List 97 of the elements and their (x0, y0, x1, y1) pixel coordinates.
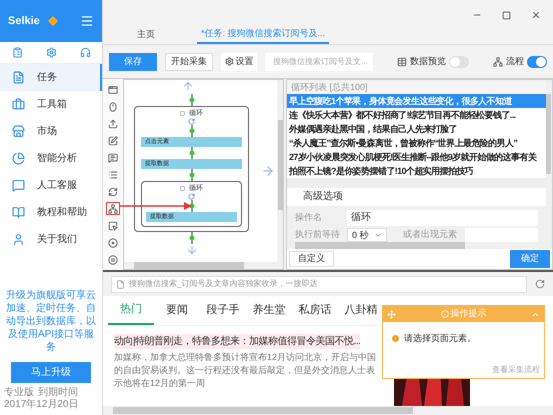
person-icon (12, 233, 25, 246)
toggle-switch[interactable] (449, 56, 469, 68)
nav-item[interactable]: 市场 (0, 118, 102, 145)
upload-icon[interactable] (106, 117, 120, 130)
flow-connector (188, 94, 194, 106)
network-icon[interactable] (106, 202, 120, 215)
edition-label: 专业版 (4, 387, 34, 399)
article-title[interactable]: 动向|特朗普刚走，特鲁多想来：加媒称值得冒令美国不悦... (114, 334, 360, 349)
menu-icon[interactable] (80, 14, 94, 28)
book-icon (12, 206, 25, 219)
wait-dropdown[interactable]: 0 秒 (347, 228, 387, 242)
move-icon[interactable] (387, 310, 396, 318)
popup-title: 操作提示 (450, 307, 486, 320)
collapse-icon[interactable] (180, 186, 185, 191)
page-icon (116, 280, 125, 288)
nav-label: 关于我们 (37, 232, 77, 247)
nav-item[interactable]: 智能分析 (0, 145, 102, 172)
network-icon (493, 56, 503, 66)
down-arrow-icon (186, 244, 198, 256)
info-icon (440, 310, 448, 318)
flow-connector (188, 125, 194, 137)
diamond-icon (48, 16, 58, 26)
nav-label: 人工客服 (37, 178, 77, 193)
promo-text: 升级为旗舰版可享云加速、定时任务、自动导出到数据库，以及使用API接口等服务 (5, 289, 97, 354)
element-field[interactable] (465, 228, 538, 242)
nav-label: 工具箱 (37, 98, 67, 112)
briefcase-icon (12, 98, 25, 111)
field-label: 操作名 (295, 211, 323, 224)
flow-connector (188, 169, 194, 181)
list-title: 循环列表 [总共100] (290, 81, 369, 94)
loop-list-item[interactable]: 连《快乐大本营》都不好招商了!综艺节目再不能轻松要钱了... (287, 108, 546, 122)
edit-icon[interactable] (106, 134, 120, 147)
message-icon[interactable] (106, 151, 120, 164)
flow-connector (188, 232, 194, 244)
toggle-label: 数据预览 (410, 54, 446, 68)
news-tab[interactable]: 要闻 (154, 296, 200, 325)
stop-icon[interactable] (106, 253, 120, 266)
flow-connector (188, 147, 194, 159)
nav-item[interactable]: 关于我们 (0, 226, 102, 253)
document-icon (12, 71, 25, 84)
up-arrow-icon (182, 80, 194, 92)
loop-list-item[interactable]: 拍照不上镜?是你姿势摆错了!10个超实用摆拍技巧 (287, 164, 546, 178)
headset-icon[interactable] (80, 47, 90, 58)
maximize-icon[interactable] (502, 10, 511, 20)
nav-item[interactable]: 任务 (0, 64, 102, 91)
refresh-icon[interactable] (106, 185, 120, 198)
news-tab[interactable]: 私房话 (292, 296, 338, 325)
loop-list-item[interactable]: 外媒偶遇亲赴黑中国，结果自己人先来打脸了 (287, 122, 546, 136)
pie-chart-icon (12, 152, 25, 165)
nav-item[interactable]: 人工客服 (0, 172, 102, 199)
section-title: 高级选项 (302, 190, 344, 204)
news-tab[interactable]: 段子手 (200, 296, 246, 325)
loop-icon (188, 118, 195, 125)
expiry-date: 2017年12月20日 (4, 399, 78, 411)
field-label: 或者出现元素 (403, 228, 457, 242)
brand-name: Selkie (8, 14, 40, 29)
vertical-scrollbar[interactable] (546, 80, 552, 242)
table-icon (397, 56, 407, 66)
close-icon[interactable] (531, 10, 541, 20)
field-label: 执行前等待 (295, 228, 339, 242)
store-icon (12, 125, 25, 138)
nav-label: 任务 (37, 71, 57, 85)
clipboard-icon[interactable] (12, 47, 22, 58)
settings-icon[interactable] (46, 47, 56, 58)
gear-icon (224, 57, 234, 66)
chat-icon (12, 179, 25, 192)
name-field[interactable]: 循环 (347, 210, 538, 226)
horizontal-scrollbar[interactable] (124, 262, 283, 269)
toggle-switch[interactable] (527, 56, 547, 68)
news-tab[interactable]: 八卦精 (338, 296, 384, 325)
pointer-icon[interactable] (106, 219, 120, 232)
expiry-label: 到期时间 (38, 387, 78, 399)
loop-list-item[interactable]: “杀人魔王”查尔斯•曼森离世，曾被称作“世界上最危险的男人” (287, 136, 546, 150)
toggle-label: 流程 (506, 54, 524, 68)
disc-icon[interactable] (106, 236, 120, 249)
article-summary: 加媒称，加拿大总理特鲁多预计将宣布12月访问北京，开启与中国的自由贸易谈判。这一行程还没有最后敲定，但是外交消息人士表示他将在12月的第一周 (114, 351, 378, 390)
warning-icon (391, 334, 400, 344)
tab[interactable]: 主页 (133, 26, 159, 44)
reload-icon[interactable] (535, 279, 545, 289)
collapse-icon[interactable] (180, 111, 185, 116)
popup-message: 请选择页面元素。 (404, 332, 476, 345)
nav-label: 教程和帮助 (37, 206, 87, 220)
loop-list-item[interactable]: 27岁小伙凌晨突发心肌梗死!医生推断--跟他9岁就开始做的这事有关 (287, 150, 546, 164)
nav-item[interactable]: 工具箱 (0, 91, 102, 118)
pointer-arrow (120, 202, 192, 210)
settings-button[interactable]: 设置 (221, 52, 257, 70)
horizontal-scrollbar[interactable] (287, 242, 552, 249)
nav-label: 市场 (37, 124, 57, 139)
vertical-scrollbar[interactable] (277, 80, 283, 262)
nav-item[interactable]: 教程和帮助 (0, 199, 102, 226)
news-tab[interactable]: 养生堂 (246, 296, 292, 325)
flow-connector (188, 200, 194, 212)
start-button[interactable]: 开始采集 (165, 52, 213, 70)
chevron-down-icon (374, 231, 382, 239)
loop-icon (188, 193, 195, 200)
nav-label: 智能分析 (37, 152, 77, 166)
custom-button[interactable]: 自定义 (289, 251, 334, 267)
